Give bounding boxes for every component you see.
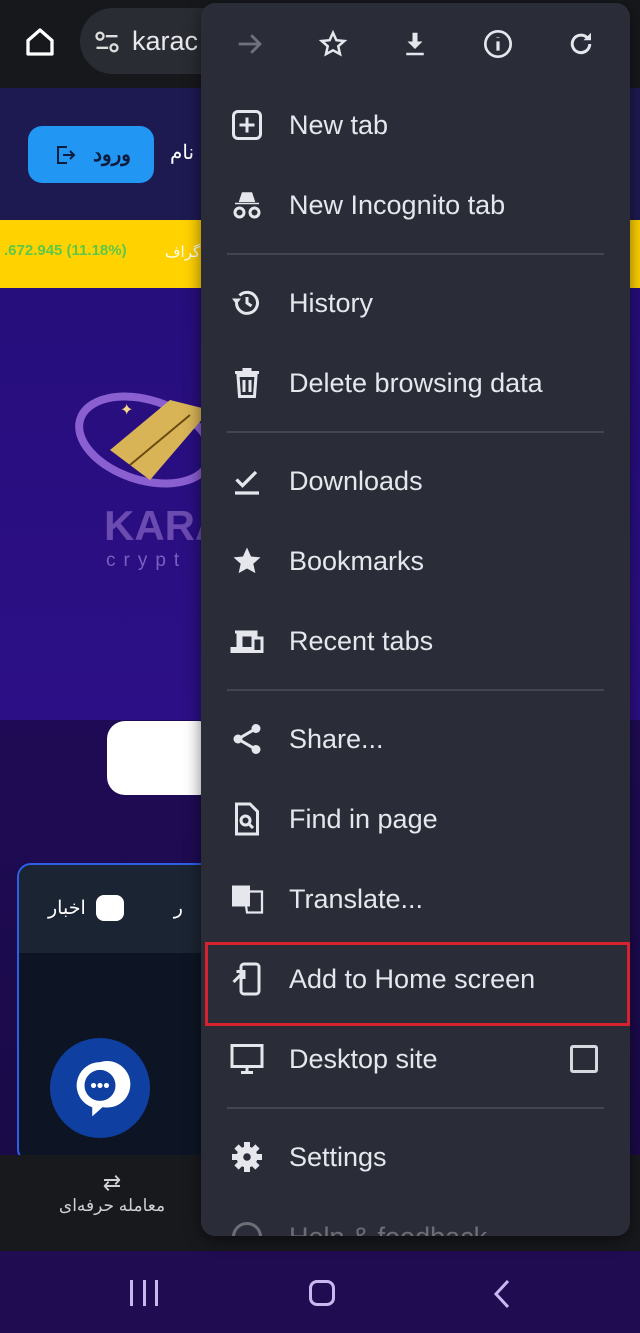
blogger-icon [95,895,124,921]
logo-subtext: crypt [106,550,188,571]
menu-item-label: History [289,287,374,318]
trash-icon [229,365,265,401]
system-nav-bar [0,1251,640,1333]
nav-pro-trade-label: معامله حرفه‌ای [58,1196,166,1215]
share-icon [229,721,265,757]
menu-item-new-tab[interactable]: New tab [201,85,630,165]
menu-item-translate[interactable]: Translate... [201,859,630,939]
menu-item-label: Share... [289,723,384,754]
menu-item-label: Delete browsing data [289,367,543,398]
desktop-site-checkbox[interactable] [570,1045,598,1073]
home-icon[interactable] [22,24,58,60]
menu-item-share[interactable]: Share... [201,699,630,779]
download-icon[interactable] [393,22,437,66]
translate-icon [229,881,265,917]
highlight-box [205,942,630,1026]
site-settings-icon[interactable] [92,28,122,56]
plus-box-icon [229,107,265,143]
menu-item-settings[interactable]: Settings [201,1117,630,1197]
chat-button[interactable] [50,1038,150,1138]
tab-other-label[interactable]: ر [174,897,183,920]
incognito-icon [229,187,265,223]
menu-item-label: Desktop site [289,1043,438,1074]
info-icon[interactable] [476,22,520,66]
chat-icon [76,1061,131,1117]
menu-action-row [201,3,630,85]
tab-news-label: اخبار [48,897,86,919]
menu-item-new-incognito-tab[interactable]: New Incognito tab [201,165,630,245]
browser-menu: New tab New Incognito tab History Delete br… [201,3,630,1236]
menu-item-find-in-page[interactable]: Find in page [201,779,630,859]
address-text: karac [132,26,199,56]
login-label: ورود [93,144,131,166]
menu-item-label: Translate... [289,883,424,914]
menu-item-delete-browsing-data[interactable]: Delete browsing data [201,343,630,423]
home-nav-icon[interactable] [309,1280,335,1306]
menu-item-label: Recent tabs [289,625,434,656]
menu-item-help-feedback[interactable]: Help & feedback [201,1197,630,1236]
menu-divider [227,253,604,255]
tab-news[interactable]: اخبار ر [48,895,183,921]
ticker-value: .672.945 (11.18%) [4,242,127,259]
refresh-icon[interactable] [559,22,603,66]
menu-item-label: New Incognito tab [289,189,506,220]
menu-item-label: Settings [289,1141,387,1172]
menu-item-label: Help & feedback [289,1222,487,1237]
signup-link[interactable]: نام [170,140,194,165]
menu-item-label: Find in page [289,803,438,834]
history-icon [229,285,265,321]
menu-item-history[interactable]: History [201,263,630,343]
site-logo: ✦ [75,392,210,488]
menu-divider [227,431,604,433]
menu-item-label: Downloads [289,465,423,496]
ticker-label: گراف [165,244,201,261]
desktop-icon [229,1041,265,1077]
trade-icon: ⇄ [102,1170,122,1195]
star-icon [229,543,265,579]
menu-item-bookmarks[interactable]: Bookmarks [201,521,630,601]
downloads-icon [229,463,265,499]
login-icon [57,145,76,164]
devices-icon [229,623,265,659]
menu-item-recent-tabs[interactable]: Recent tabs [201,601,630,681]
gear-icon [229,1139,265,1175]
recents-icon[interactable] [130,1280,158,1306]
menu-item-label: New tab [289,109,389,140]
star-icon[interactable] [311,22,355,66]
menu-item-downloads[interactable]: Downloads [201,441,630,521]
forward-icon[interactable] [228,22,272,66]
find-icon [229,801,265,837]
menu-item-label: Bookmarks [289,545,425,576]
nav-pro-trade[interactable]: ⇄ معامله حرفه‌ای [50,1170,174,1216]
help-icon [229,1219,265,1236]
menu-divider [227,1107,604,1109]
menu-item-desktop-site[interactable]: Desktop site [201,1019,630,1099]
menu-divider [227,689,604,691]
back-icon[interactable] [490,1278,514,1310]
svg-text:✦: ✦ [120,402,133,419]
login-button[interactable]: ورود [28,126,154,183]
